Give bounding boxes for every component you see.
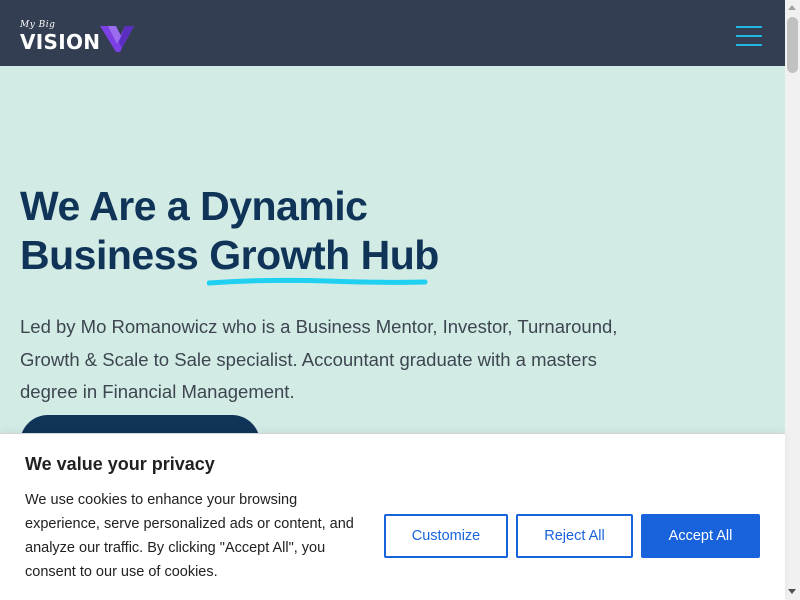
cookie-title: We value your privacy xyxy=(25,454,215,474)
hero-title-line-1: We Are a Dynamic xyxy=(20,183,368,229)
logo-tagline: My Big xyxy=(20,20,56,30)
hero-title-prefix: Business xyxy=(20,232,199,278)
page-scrollbar[interactable] xyxy=(785,0,800,600)
hero-title-highlight: Growth Hub xyxy=(207,231,439,286)
hero-description: Led by Mo Romanowicz who is a Business M… xyxy=(20,316,618,402)
hamburger-menu-icon[interactable] xyxy=(736,26,764,48)
hero-title: We Are a Dynamic Business Growth Hub xyxy=(20,182,520,286)
highlight-underline-icon xyxy=(207,277,428,286)
hero-title-highlight-text: Growth Hub xyxy=(209,232,439,278)
cookie-description: We use cookies to enhance your browsing … xyxy=(25,492,354,580)
reject-all-button[interactable]: Reject All xyxy=(516,514,633,558)
scrollbar-thumb[interactable] xyxy=(787,17,798,73)
site-logo[interactable]: My Big VISION xyxy=(20,20,140,56)
site-header: My Big VISION xyxy=(0,0,785,66)
logo-wordmark: VISION xyxy=(20,30,101,54)
cookie-consent-banner: We value your privacy We use cookies to … xyxy=(0,433,785,600)
scroll-up-arrow-icon[interactable] xyxy=(788,5,796,10)
logo-v-icon xyxy=(100,26,134,52)
customize-button[interactable]: Customize xyxy=(384,514,508,558)
hero-title-line-2: Business Growth Hub xyxy=(20,231,520,286)
scroll-down-arrow-icon[interactable] xyxy=(788,589,796,594)
accept-all-button[interactable]: Accept All xyxy=(641,514,760,558)
